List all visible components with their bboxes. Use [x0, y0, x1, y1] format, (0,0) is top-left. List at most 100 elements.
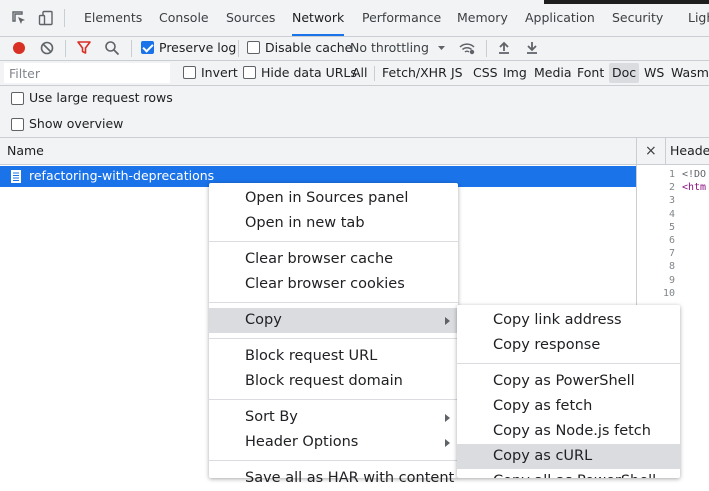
- type-filter-media[interactable]: Media: [531, 63, 575, 83]
- line-number: 3: [668, 195, 675, 207]
- menu-item-sort-by[interactable]: Sort By: [209, 405, 458, 430]
- export-har-icon[interactable]: [523, 39, 541, 57]
- type-filter-img[interactable]: Img: [500, 63, 530, 83]
- invert-label: Invert: [201, 65, 238, 80]
- tab-lighthouse[interactable]: Ligh: [688, 0, 709, 36]
- menu-item-copy-as-fetch[interactable]: Copy as fetch: [457, 394, 680, 419]
- record-icon[interactable]: [10, 39, 28, 57]
- devtools-tab-strip: Elements Console Sources Network Perform…: [0, 0, 709, 37]
- line-number: 5: [668, 221, 675, 233]
- menu-item-open-in-sources[interactable]: Open in Sources panel: [209, 186, 458, 211]
- menu-item-copy-as-nodejs-fetch[interactable]: Copy as Node.js fetch: [457, 419, 680, 444]
- type-filter-css[interactable]: CSS: [470, 63, 501, 83]
- network-toolbar: Preserve log Disable cache No throttling: [0, 37, 709, 61]
- hide-data-urls-checkbox[interactable]: [243, 66, 256, 79]
- menu-item-clear-cache[interactable]: Clear browser cache: [209, 247, 458, 272]
- menu-item-copy-all-as-powershell[interactable]: Copy all as PowerShell: [457, 469, 680, 478]
- tab-security[interactable]: Security: [612, 0, 663, 36]
- window-top-edge: [544, 0, 709, 4]
- menu-item-copy[interactable]: Copy: [209, 308, 458, 333]
- menu-item-block-domain[interactable]: Block request domain: [209, 369, 458, 394]
- line-number: 6: [668, 235, 675, 246]
- tab-network[interactable]: Network: [292, 0, 345, 36]
- details-pane-header: × Header: [637, 138, 709, 165]
- type-filter-wasm[interactable]: Wasm: [668, 63, 709, 83]
- menu-item-copy-response[interactable]: Copy response: [457, 333, 680, 358]
- menu-item-open-in-new-tab[interactable]: Open in new tab: [209, 211, 458, 236]
- menu-item-header-options[interactable]: Header Options: [209, 430, 458, 455]
- search-icon[interactable]: [103, 39, 121, 57]
- name-column-header[interactable]: Name: [7, 142, 44, 160]
- overview-checkbox[interactable]: [11, 118, 24, 131]
- submenu-arrow-icon: [445, 317, 450, 325]
- response-preview: 1 2 3 4 5 6 7 8 9 10 <!DO <htm: [637, 166, 709, 306]
- menu-item-copy-as-powershell[interactable]: Copy as PowerShell: [457, 369, 680, 394]
- menu-item-sort-by-label: Sort By: [245, 409, 298, 425]
- line-number: 10: [662, 287, 675, 299]
- throttling-select[interactable]: No throttling: [350, 39, 429, 57]
- line-number: 4: [668, 208, 675, 220]
- type-filter-js[interactable]: JS: [448, 63, 466, 83]
- type-filter-fetch-xhr[interactable]: Fetch/XHR: [379, 63, 450, 83]
- menu-item-header-options-label: Header Options: [245, 434, 359, 450]
- menu-separator: [457, 363, 680, 364]
- tab-sources[interactable]: Sources: [226, 0, 275, 36]
- preserve-log-label: Preserve log: [159, 40, 237, 55]
- tab-elements[interactable]: Elements: [84, 0, 142, 36]
- filter-divider: [374, 66, 375, 81]
- menu-item-copy-as-curl[interactable]: Copy as cURL: [457, 444, 680, 469]
- copy-submenu: Copy link address Copy response Copy as …: [457, 305, 680, 478]
- tab-performance[interactable]: Performance: [362, 0, 441, 36]
- type-filter-all[interactable]: All: [349, 63, 371, 83]
- disable-cache-checkbox[interactable]: [247, 41, 260, 54]
- overview-label: Show overview: [29, 116, 124, 131]
- line-number: 1: [668, 169, 675, 180]
- toolbar-divider: [65, 40, 66, 57]
- hide-data-urls-label: Hide data URLs: [261, 65, 357, 80]
- menu-item-copy-link-address[interactable]: Copy link address: [457, 308, 680, 333]
- invert-checkbox[interactable]: [183, 66, 196, 79]
- import-har-icon[interactable]: [495, 39, 513, 57]
- device-toolbar-icon[interactable]: [38, 10, 54, 26]
- network-conditions-icon[interactable]: [458, 39, 476, 57]
- menu-separator: [209, 241, 458, 242]
- requests-table-header: Name: [0, 138, 636, 165]
- tab-headers[interactable]: Header: [670, 142, 709, 160]
- line-number: 2: [668, 182, 675, 194]
- toolbar-divider: [131, 40, 132, 57]
- disable-cache-label: Disable cache: [265, 40, 353, 55]
- toolbar-divider: [486, 40, 487, 57]
- code-line: <htm: [682, 182, 707, 194]
- type-filter-doc[interactable]: Doc: [609, 63, 640, 83]
- line-number: 7: [668, 248, 675, 260]
- large-rows-checkbox[interactable]: [11, 92, 24, 105]
- tab-memory[interactable]: Memory: [457, 0, 508, 36]
- network-settings: Use large request rows Show overview: [0, 86, 709, 138]
- menu-separator: [209, 460, 458, 461]
- toolbar-divider: [238, 40, 239, 57]
- submenu-arrow-icon: [445, 414, 450, 422]
- line-number: 8: [668, 261, 675, 273]
- tab-console[interactable]: Console: [159, 0, 209, 36]
- menu-separator: [209, 399, 458, 400]
- close-icon[interactable]: ×: [645, 142, 657, 160]
- submenu-arrow-icon: [445, 439, 450, 447]
- clear-icon[interactable]: [38, 39, 56, 57]
- code-line: <!DO: [682, 169, 707, 180]
- inspect-element-icon[interactable]: [11, 10, 27, 26]
- dropdown-arrow-icon[interactable]: [433, 39, 451, 57]
- menu-item-copy-label: Copy: [245, 312, 282, 328]
- filter-input[interactable]: [4, 63, 170, 83]
- menu-item-clear-cookies[interactable]: Clear browser cookies: [209, 272, 458, 297]
- type-filter-ws[interactable]: WS: [641, 63, 667, 83]
- details-divider: [665, 138, 666, 164]
- menu-item-save-har[interactable]: Save all as HAR with content: [209, 466, 458, 491]
- preserve-log-checkbox[interactable]: [141, 41, 154, 54]
- filter-icon[interactable]: [75, 39, 93, 57]
- menu-item-block-url[interactable]: Block request URL: [209, 344, 458, 369]
- large-rows-label: Use large request rows: [29, 90, 173, 105]
- type-filter-font[interactable]: Font: [574, 63, 607, 83]
- filter-bar: Invert Hide data URLs All Fetch/XHR JS C…: [0, 61, 709, 86]
- line-number: 9: [668, 274, 675, 286]
- tab-application[interactable]: Application: [525, 0, 595, 36]
